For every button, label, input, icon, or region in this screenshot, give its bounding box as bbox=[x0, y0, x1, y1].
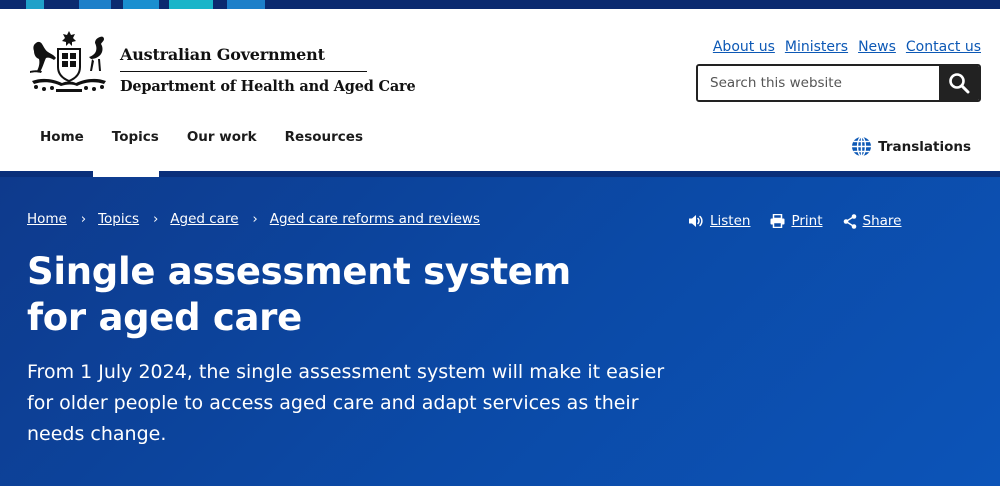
contact-us-link[interactable]: Contact us bbox=[906, 39, 981, 55]
printer-icon bbox=[770, 214, 785, 228]
page-summary: From 1 July 2024, the single assessment … bbox=[27, 361, 665, 445]
top-color-strip bbox=[0, 0, 1000, 9]
search-button[interactable] bbox=[939, 66, 979, 100]
translations-label: Translations bbox=[878, 138, 971, 155]
breadcrumb-aged-care-reforms[interactable]: Aged care reforms and reviews bbox=[270, 211, 480, 227]
coat-of-arms-logo[interactable] bbox=[26, 29, 112, 95]
nav-resources[interactable]: Resources bbox=[271, 119, 377, 171]
brand-text[interactable]: Australian Government Department of Heal… bbox=[120, 45, 416, 95]
government-name: Australian Government bbox=[120, 45, 325, 64]
share-icon bbox=[843, 213, 856, 229]
globe-icon bbox=[852, 136, 872, 157]
print-label: Print bbox=[791, 213, 823, 229]
search-input[interactable] bbox=[698, 66, 939, 100]
utility-nav: About us Ministers News Contact us bbox=[713, 39, 981, 55]
page-tools: Listen Print Share bbox=[688, 213, 902, 229]
site-search bbox=[696, 64, 981, 102]
news-link[interactable]: News bbox=[858, 39, 896, 55]
department-name: Department of Health and Aged Care bbox=[120, 78, 416, 95]
about-us-link[interactable]: About us bbox=[713, 39, 775, 55]
site-header: Australian Government Department of Heal… bbox=[0, 9, 1000, 187]
speaker-icon bbox=[689, 215, 703, 227]
page-title: Single assessment system for aged care bbox=[27, 250, 571, 339]
hero-banner: Home › Topics › Aged care › Aged care re… bbox=[0, 171, 1000, 486]
breadcrumb-topics[interactable]: Topics bbox=[98, 211, 139, 227]
share-button[interactable]: Share bbox=[843, 213, 902, 229]
nav-topics[interactable]: Topics bbox=[97, 119, 173, 187]
active-nav-indicator bbox=[93, 171, 159, 177]
chevron-right-icon: › bbox=[153, 211, 159, 227]
nav-our-work[interactable]: Our work bbox=[173, 119, 271, 171]
listen-button[interactable]: Listen bbox=[688, 213, 750, 229]
breadcrumb: Home › Topics › Aged care › Aged care re… bbox=[27, 211, 480, 227]
translations-button[interactable]: Translations bbox=[851, 136, 971, 157]
breadcrumb-aged-care[interactable]: Aged care bbox=[170, 211, 238, 227]
print-button[interactable]: Print bbox=[770, 213, 823, 229]
nav-home[interactable]: Home bbox=[26, 119, 98, 171]
chevron-right-icon: › bbox=[80, 211, 87, 227]
listen-label: Listen bbox=[710, 213, 751, 229]
search-icon bbox=[949, 73, 970, 94]
ministers-link[interactable]: Ministers bbox=[785, 39, 848, 55]
share-label: Share bbox=[862, 213, 902, 229]
breadcrumb-home[interactable]: Home bbox=[27, 211, 67, 227]
brand-divider bbox=[120, 71, 367, 72]
chevron-right-icon: › bbox=[252, 211, 258, 227]
main-nav: Home Topics Our work Resources bbox=[26, 119, 377, 187]
